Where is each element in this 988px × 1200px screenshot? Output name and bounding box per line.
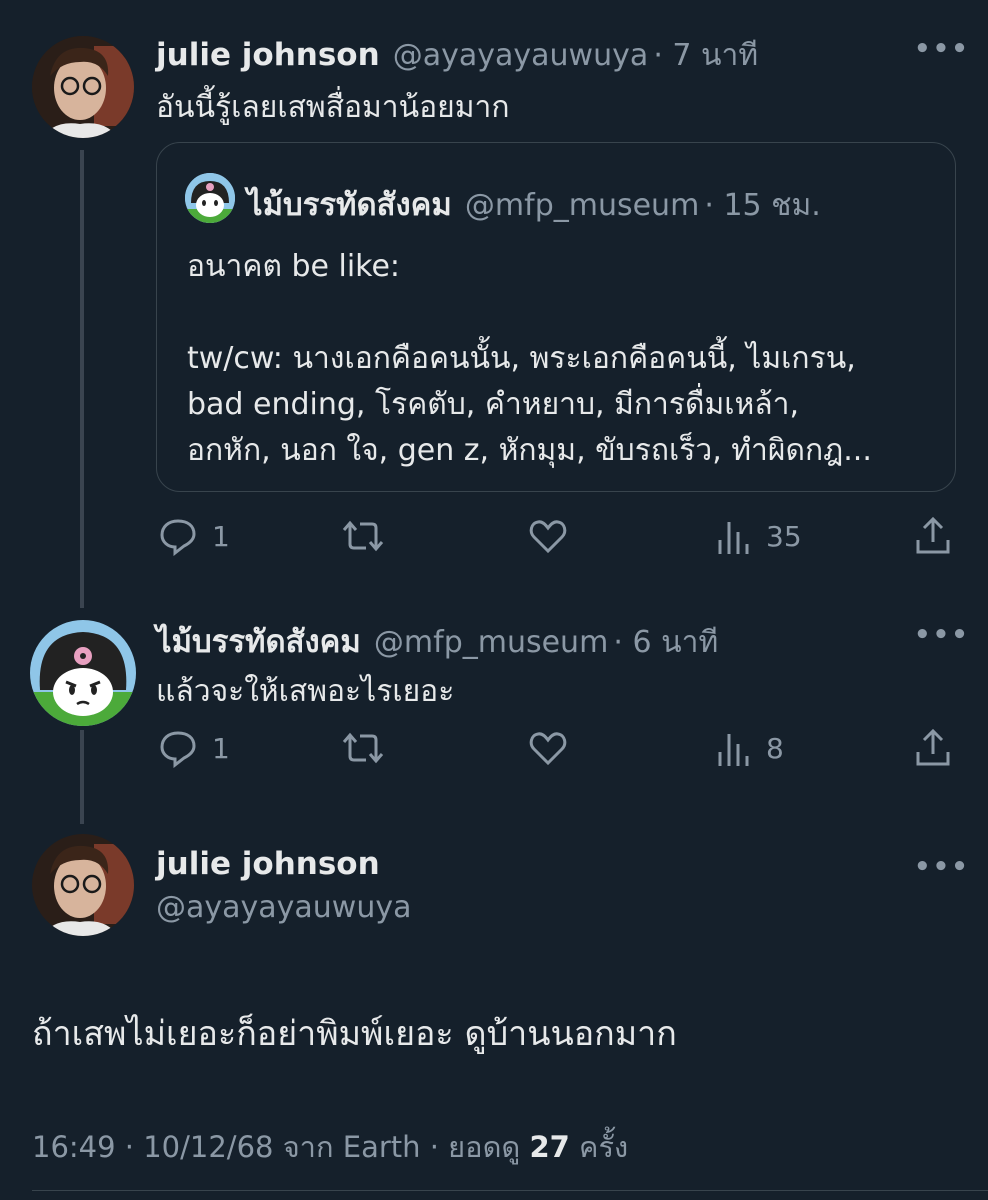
like-button[interactable] — [528, 516, 568, 556]
reply-button[interactable]: 1 — [158, 728, 230, 768]
tweet-text: ถ้าเสพไม่เยอะก็อย่าพิมพ์เยอะ ดูบ้านนอกมา… — [32, 1014, 677, 1054]
more-icon[interactable]: ••• — [914, 34, 970, 64]
quote-line-4: อกหัก, นอก ใจ, gen z, หักมุม, ขับรถเร็ว,… — [187, 433, 872, 468]
avatar[interactable] — [30, 620, 136, 726]
thread-line-1 — [80, 150, 84, 608]
tweet-text: อันนี้รู้เลยเสพสื่อมาน้อยมาก — [156, 90, 510, 125]
avatar-photo-icon — [32, 36, 134, 138]
reply-count: 1 — [212, 519, 230, 553]
quote-author-handle[interactable]: @mfp_museum — [465, 188, 699, 223]
tweet-footer: 16:49 · 10/12/68 จาก Earth · ยอดดู 27 คร… — [32, 1124, 628, 1170]
reply-button[interactable]: 1 — [158, 516, 230, 556]
quote-avatar[interactable] — [185, 173, 235, 223]
quote-timestamp: · 15 ชม. — [704, 188, 821, 223]
reply-icon — [160, 519, 196, 556]
avatar-photo-icon — [32, 834, 134, 936]
footer-meta: 16:49 · 10/12/68 จาก Earth · ยอดดู — [32, 1130, 521, 1164]
views-count: 35 — [766, 519, 802, 553]
divider — [32, 1190, 988, 1191]
views-button[interactable]: 35 — [716, 516, 802, 556]
retweet-button[interactable] — [340, 516, 386, 556]
author-name[interactable]: ไม้บรรทัดสังคม — [156, 624, 361, 660]
tweet-header: julie johnson @ayayayauwuya · 7 นาที — [156, 32, 758, 79]
tweet-text: แล้วจะให้เสพอะไรเยอะ — [156, 674, 455, 709]
kuromi-avatar-icon — [30, 620, 136, 726]
quote-author-name[interactable]: ไม้บรรทัดสังคม — [247, 187, 452, 223]
avatar[interactable] — [32, 36, 134, 138]
heart-icon — [529, 732, 567, 766]
quote-header: ไม้บรรทัดสังคม @mfp_museum · 15 ชม. — [247, 179, 821, 229]
author-name[interactable]: julie johnson — [156, 846, 380, 882]
heart-icon — [529, 520, 567, 554]
share-icon — [916, 728, 950, 766]
author-handle[interactable]: @ayayayauwuya — [393, 38, 649, 73]
quote-line-2: tw/cw: นางเอกคือคนนั้น, พระเอกคือคนนี้, … — [187, 341, 856, 376]
share-icon — [916, 516, 950, 554]
views-count: 8 — [766, 731, 784, 765]
more-icon[interactable]: ••• — [914, 852, 970, 882]
thread-line-2 — [80, 730, 84, 824]
views-button[interactable]: 8 — [716, 728, 784, 768]
view-count[interactable]: 27 — [529, 1130, 569, 1164]
more-icon[interactable]: ••• — [914, 620, 970, 650]
share-button[interactable] — [914, 728, 952, 768]
quoted-tweet[interactable]: ไม้บรรทัดสังคม @mfp_museum · 15 ชม. อนาค… — [156, 142, 956, 492]
retweet-icon — [342, 520, 384, 552]
kuromi-avatar-icon — [185, 173, 235, 223]
like-button[interactable] — [528, 728, 568, 768]
author-handle[interactable]: @mfp_museum — [374, 625, 608, 660]
timestamp[interactable]: · 7 นาที — [653, 38, 758, 73]
avatar[interactable] — [32, 834, 134, 936]
views-icon — [718, 522, 749, 554]
views-icon — [718, 734, 749, 766]
share-button[interactable] — [914, 516, 952, 556]
reply-count: 1 — [212, 731, 230, 765]
author-name[interactable]: julie johnson — [156, 37, 380, 73]
view-label: ครั้ง — [579, 1130, 629, 1164]
timestamp[interactable]: · 6 นาที — [613, 625, 718, 660]
retweet-icon — [342, 732, 384, 764]
quote-line-3: bad ending, โรคตับ, คำหยาบ, มีการดื่มเหล… — [187, 387, 800, 422]
reply-icon — [160, 731, 196, 768]
retweet-button[interactable] — [340, 728, 386, 768]
quote-line-1: อนาคต be like: — [187, 249, 401, 284]
tweet-header: ไม้บรรทัดสังคม @mfp_museum · 6 นาที — [156, 616, 718, 666]
author-handle[interactable]: @ayayayauwuya — [156, 890, 412, 925]
